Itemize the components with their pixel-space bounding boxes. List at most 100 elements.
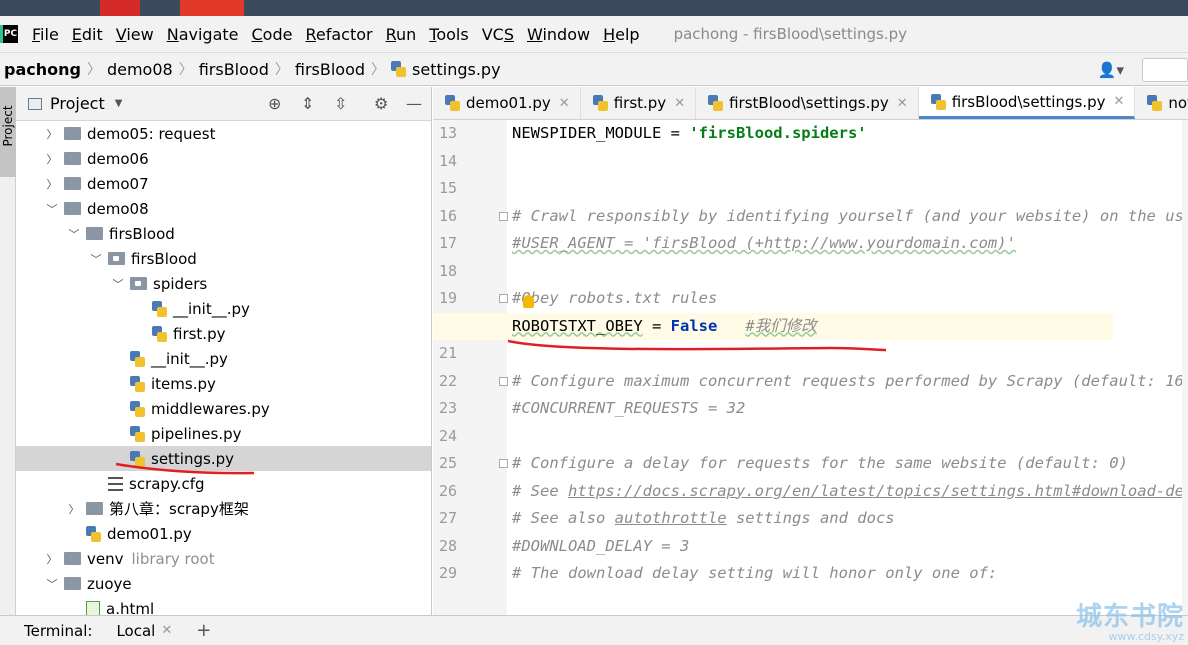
- menu-item[interactable]: VCS: [482, 25, 514, 44]
- code-line[interactable]: [512, 175, 1188, 203]
- tree-item[interactable]: 〉items.py: [16, 371, 431, 396]
- breadcrumb-item[interactable]: demo08: [107, 60, 173, 79]
- user-account-icon[interactable]: 👤▾: [1098, 61, 1124, 79]
- locate-file-icon[interactable]: ⊕: [268, 94, 281, 113]
- close-icon[interactable]: ✕: [674, 96, 685, 111]
- tree-item[interactable]: 〉settings.py: [16, 446, 431, 471]
- code-line[interactable]: # Configure a delay for requests for the…: [512, 450, 1188, 478]
- editor-tab[interactable]: firsBlood\settings.py ✕: [918, 87, 1136, 119]
- chevron-down-icon[interactable]: ﹀: [46, 576, 58, 592]
- hide-panel-icon[interactable]: —: [406, 94, 422, 113]
- editor-tab[interactable]: first.py ✕: [581, 87, 697, 119]
- code-line[interactable]: # Crawl responsibly by identifying yours…: [512, 203, 1188, 231]
- editor-tab[interactable]: demo01.py ✕: [433, 87, 581, 119]
- tree-item[interactable]: 〉 demo06: [16, 146, 431, 171]
- project-panel-title[interactable]: Project: [50, 94, 105, 113]
- project-tool-window-tab[interactable]: Project: [0, 87, 16, 177]
- terminal-tab-local[interactable]: Local: [116, 622, 155, 640]
- menu-item[interactable]: Code: [252, 25, 293, 44]
- tree-item[interactable]: 〉 第八章：scrapy框架: [16, 496, 431, 521]
- expand-all-icon[interactable]: ⇕: [301, 94, 314, 113]
- code-line[interactable]: NEWSPIDER_MODULE = 'firsBlood.spiders': [512, 120, 1188, 148]
- code-line[interactable]: # The download delay setting will honor …: [512, 560, 1188, 588]
- code-line[interactable]: #Obey robots.txt rules: [512, 285, 1188, 313]
- editor-tab[interactable]: firstBlood\settings.py ✕: [696, 87, 919, 119]
- menu-item[interactable]: Run: [386, 25, 417, 44]
- tree-item[interactable]: ﹀ zuoye: [16, 571, 431, 596]
- tree-item[interactable]: 〉 demo05: request: [16, 121, 431, 146]
- menu-item[interactable]: Navigate: [167, 25, 239, 44]
- tree-item[interactable]: 〉__init__.py: [16, 296, 431, 321]
- menu-item[interactable]: Window: [527, 25, 590, 44]
- code-line[interactable]: # Configure maximum concurrent requests …: [512, 368, 1188, 396]
- collapse-all-icon[interactable]: ⇳: [334, 94, 347, 113]
- chevron-down-icon[interactable]: ﹀: [90, 251, 102, 267]
- fold-marker-icon[interactable]: [499, 376, 508, 386]
- fold-marker-icon[interactable]: [499, 294, 508, 303]
- chevron-right-icon[interactable]: 〉: [68, 501, 80, 517]
- tree-item[interactable]: 〉__init__.py: [16, 346, 431, 371]
- chevron-down-icon[interactable]: ﹀: [68, 226, 80, 242]
- tree-item[interactable]: ﹀ demo08: [16, 196, 431, 221]
- chevron-down-icon[interactable]: ▼: [115, 98, 123, 109]
- tree-item[interactable]: ﹀ firsBlood: [16, 221, 431, 246]
- chevron-right-icon[interactable]: 〉: [46, 551, 58, 567]
- gear-icon[interactable]: ⚙: [374, 94, 388, 113]
- breadcrumb-item[interactable]: firsBlood: [295, 60, 365, 79]
- code-token: https://docs.scrapy.org/en/latest/topics…: [568, 481, 1188, 500]
- lightbulb-intention-icon[interactable]: [523, 295, 534, 308]
- tree-item[interactable]: ﹀ spiders: [16, 271, 431, 296]
- run-configuration-selector[interactable]: [1142, 58, 1188, 82]
- breadcrumb-item[interactable]: firsBlood: [199, 60, 269, 79]
- code-line[interactable]: #DOWNLOAD_DELAY = 3: [512, 533, 1188, 561]
- tree-item-label: demo08: [87, 199, 149, 218]
- breadcrumb-item[interactable]: pachong: [4, 60, 81, 79]
- chevron-right-icon[interactable]: 〉: [46, 176, 58, 192]
- close-icon[interactable]: ✕: [161, 623, 172, 638]
- menu-item[interactable]: Refactor: [305, 25, 372, 44]
- tree-item[interactable]: 〉middlewares.py: [16, 396, 431, 421]
- menu-item[interactable]: Tools: [429, 25, 468, 44]
- chevron-right-icon: 〉: [274, 62, 289, 78]
- chevron-down-icon[interactable]: ﹀: [112, 276, 124, 292]
- line-number: 27: [439, 509, 458, 527]
- tree-item[interactable]: ﹀ firsBlood: [16, 246, 431, 271]
- code-line[interactable]: [512, 258, 1188, 286]
- tree-item[interactable]: 〉 demo07: [16, 171, 431, 196]
- line-number: 28: [439, 536, 458, 555]
- menu-item[interactable]: Help: [603, 25, 639, 44]
- code-line[interactable]: # See https://docs.scrapy.org/en/latest/…: [512, 478, 1188, 506]
- tree-item[interactable]: 〉 venv library root: [16, 546, 431, 571]
- taskbar-app-icon[interactable]: [100, 0, 140, 16]
- code-line[interactable]: #CONCURRENT_REQUESTS = 32: [512, 395, 1188, 423]
- code-line[interactable]: [512, 148, 1188, 176]
- menu-item[interactable]: View: [116, 25, 154, 44]
- code-line[interactable]: # See also autothrottle settings and doc…: [512, 505, 1188, 533]
- menu-item[interactable]: File: [32, 25, 59, 44]
- tree-item[interactable]: 〉a.html: [16, 596, 431, 615]
- tree-item[interactable]: 〉demo01.py: [16, 521, 431, 546]
- code-line[interactable]: #USER_AGENT = 'firsBlood (+http://www.yo…: [512, 230, 1188, 258]
- editor-scrollbar[interactable]: [1182, 120, 1188, 615]
- code-area[interactable]: NEWSPIDER_MODULE = 'firsBlood.spiders' # …: [433, 120, 1188, 615]
- close-icon[interactable]: ✕: [559, 96, 570, 111]
- editor-tab[interactable]: not: [1135, 87, 1188, 119]
- code-line[interactable]: ROBOTSTXT_OBEY = False #我们修改: [433, 312, 1113, 340]
- tree-item[interactable]: 〉first.py: [16, 321, 431, 346]
- tree-item[interactable]: 〉scrapy.cfg: [16, 471, 431, 496]
- close-icon[interactable]: ✕: [897, 96, 908, 111]
- breadcrumb-item[interactable]: settings.py: [412, 60, 501, 79]
- fold-marker-icon[interactable]: [499, 211, 508, 221]
- chevron-right-icon[interactable]: 〉: [46, 151, 58, 167]
- fold-marker-icon[interactable]: [499, 459, 508, 468]
- plus-icon[interactable]: +: [196, 620, 211, 641]
- chevron-down-icon[interactable]: ﹀: [46, 201, 58, 217]
- close-icon[interactable]: ✕: [1114, 94, 1125, 109]
- code-line[interactable]: [512, 423, 1188, 451]
- menu-item[interactable]: Edit: [72, 25, 103, 44]
- menu-item-mnemonic: H: [603, 24, 616, 44]
- tree-item[interactable]: 〉pipelines.py: [16, 421, 431, 446]
- taskbar-app-icon[interactable]: [180, 0, 244, 16]
- code-line[interactable]: [512, 340, 1188, 368]
- chevron-right-icon[interactable]: 〉: [46, 126, 58, 142]
